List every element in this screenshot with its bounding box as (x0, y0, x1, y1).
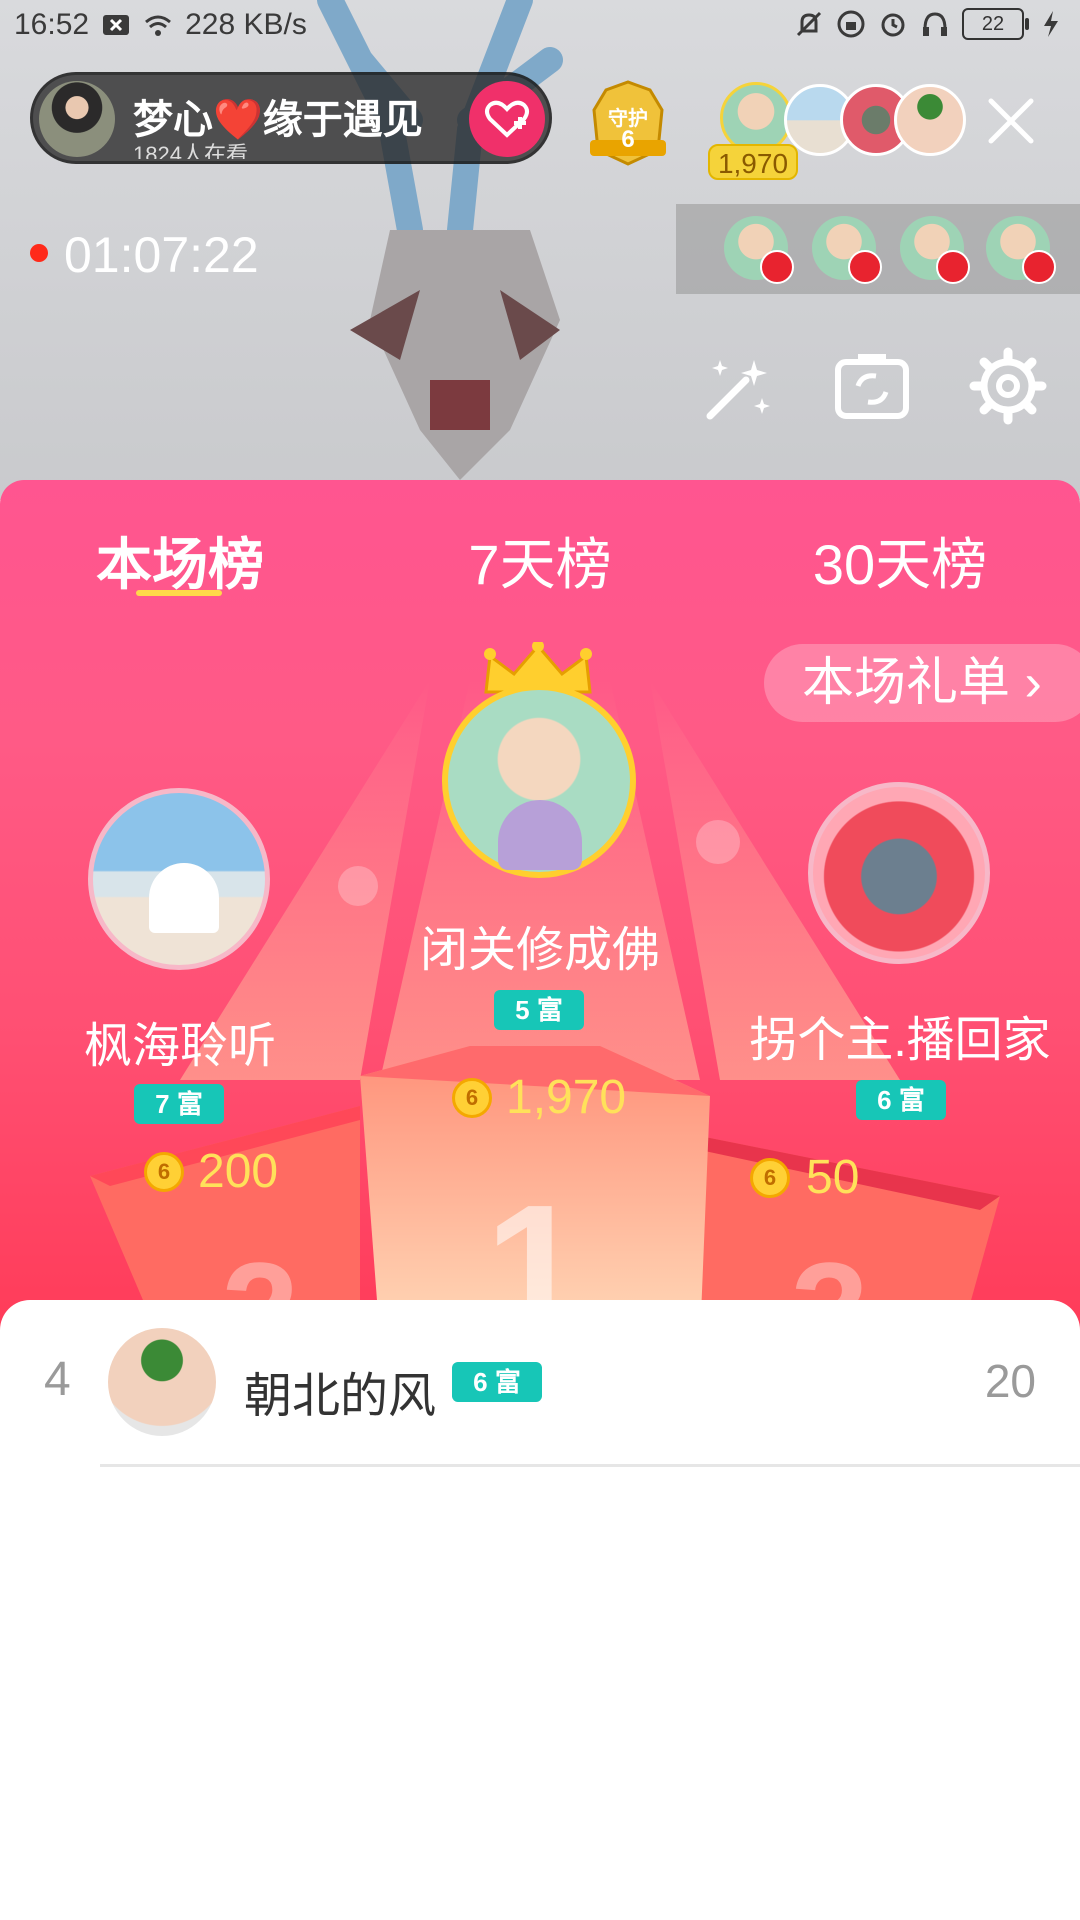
coin-icon: 6 (750, 1158, 790, 1198)
audience-avatar[interactable] (900, 216, 970, 284)
avatar-figure (498, 800, 582, 870)
wifi-icon (145, 15, 172, 36)
gift-list-button[interactable]: 本场礼单 › (764, 644, 1080, 722)
second-place-rich-badge: 7 富 (134, 1084, 224, 1124)
host-avatar[interactable] (39, 81, 115, 157)
headphones-icon (923, 12, 947, 36)
guard-badge[interactable]: 守护 6 (584, 80, 672, 166)
list-item[interactable]: 4 朝北的风 6 富 20 (0, 1300, 1080, 1467)
second-place-coins: 200 (198, 1145, 279, 1198)
camera-switch-icon[interactable] (832, 346, 912, 426)
network-speed: 228 KB/s (185, 8, 307, 41)
seat-badge-icon (848, 250, 882, 284)
coin-icon: 6 (144, 1152, 184, 1192)
third-place-rich-badge: 6 富 (856, 1080, 946, 1120)
first-place-name: 闭关修成佛 (419, 924, 660, 977)
lock-rotation-icon (837, 10, 865, 38)
host-info-pill[interactable]: 梦心❤️缘于遇见 1824人在看 (30, 72, 552, 164)
first-place-coins: 1,970 (506, 1071, 627, 1124)
charging-icon (1044, 11, 1058, 37)
close-icon[interactable] (986, 96, 1036, 146)
ranking-list: 4 朝北的风 6 富 20 (0, 1300, 1080, 1920)
status-bar: 16:52 228 KB/s 22 (0, 0, 1080, 55)
first-place-rich-badge: 5 富 (494, 990, 584, 1030)
audience-strip (676, 204, 1080, 294)
third-place-avatar[interactable] (808, 782, 990, 964)
audience-avatar[interactable] (986, 216, 1056, 284)
first-place-avatar[interactable] (442, 684, 636, 878)
mute-bell-icon (796, 11, 822, 37)
third-place-name: 拐个主.播回家 (749, 1014, 1051, 1067)
row-divider (100, 1464, 1080, 1467)
live-timer: 01:07:22 (64, 227, 259, 283)
audience-avatar[interactable] (724, 216, 794, 284)
seat-badge-icon (760, 250, 794, 284)
audience-avatar[interactable] (812, 216, 882, 284)
avatar-figure (149, 863, 219, 933)
second-place-avatar[interactable] (88, 788, 270, 970)
rich-level-badge: 6 富 (452, 1362, 542, 1402)
second-place-name: 枫海聆听 (83, 1020, 276, 1073)
viewer-count: 1824人在看 (133, 142, 248, 159)
settings-gear-icon[interactable] (968, 346, 1048, 426)
beauty-wand-icon[interactable] (698, 346, 778, 426)
coin-icon: 6 (452, 1078, 492, 1118)
third-place-coins: 50 (806, 1151, 860, 1204)
active-tab-underline (136, 590, 222, 596)
user-name: 朝北的风 (244, 1370, 437, 1423)
top-contributor-avatar-4[interactable] (894, 84, 966, 156)
battery-indicator: 22 (962, 8, 1029, 40)
rank-number: 4 (44, 1353, 71, 1406)
tab-current-session[interactable]: 本场榜 (50, 520, 310, 601)
notification-x-icon (103, 15, 130, 35)
follow-button[interactable] (469, 81, 545, 157)
user-avatar[interactable] (108, 1328, 216, 1436)
ranking-panel: 1 2 3 本场榜 7天榜 30天榜 本场礼单 › 闭关修成佛 5 富 6 1,… (0, 480, 1080, 1340)
contribution-score: 20 (984, 1355, 1036, 1407)
guard-count: 6 (621, 126, 635, 153)
seat-badge-icon (1022, 250, 1056, 284)
tab-7-days[interactable]: 7天榜 (410, 520, 670, 601)
heart-plus-icon (485, 100, 529, 138)
live-indicator-dot (30, 244, 48, 262)
top-contribution-count: 1,970 (708, 144, 798, 180)
tab-30-days[interactable]: 30天榜 (770, 520, 1030, 601)
clock: 16:52 (14, 8, 90, 41)
alarm-icon (881, 13, 905, 37)
seat-badge-icon (936, 250, 970, 284)
